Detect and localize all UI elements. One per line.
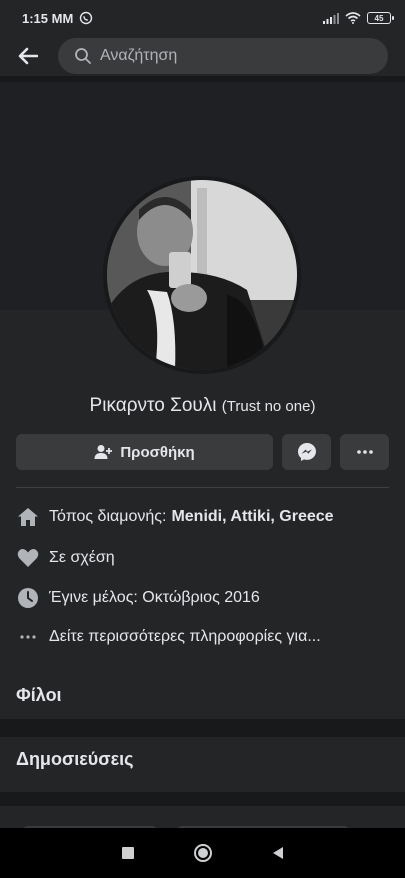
- triangle-back-icon: [272, 847, 283, 859]
- profile-actions: Προσθήκη: [16, 434, 389, 470]
- add-friend-label: Προσθήκη: [120, 443, 195, 461]
- info-lives-in: Τόπος διαμονής: Menidi, Attiki, Greece: [16, 505, 334, 529]
- clock-icon: [16, 586, 40, 610]
- friends-section-title[interactable]: Φίλοι: [16, 685, 62, 706]
- search-icon: [75, 48, 91, 64]
- messenger-button[interactable]: [282, 434, 331, 470]
- circle-home-icon: [193, 844, 212, 862]
- posts-section-title[interactable]: Δημοσιεύσεις: [16, 749, 134, 770]
- messenger-icon: [297, 443, 316, 461]
- system-nav-bar: [0, 828, 405, 878]
- top-bar: Αναζήτηση: [0, 36, 405, 76]
- status-time: 1:15 MM: [22, 10, 74, 26]
- square-icon: [121, 847, 134, 859]
- info-joined: Έγινε μέλος: Οκτώβριος 2016: [16, 586, 260, 610]
- search-input[interactable]: Αναζήτηση: [58, 38, 388, 74]
- more-dots-icon: [356, 450, 373, 454]
- back-button[interactable]: [8, 36, 48, 76]
- viber-icon: [80, 11, 93, 25]
- add-friend-icon: [94, 445, 113, 459]
- section-separator: [0, 792, 405, 806]
- back-nav-button[interactable]: [263, 838, 293, 868]
- signal-icon: [323, 13, 339, 24]
- battery-icon: 45: [367, 12, 394, 24]
- profile-display-name: Ρικαρντο Σουλι: [89, 395, 217, 416]
- home-icon: [16, 505, 40, 529]
- arrow-left-icon: [18, 47, 38, 65]
- status-icons: 45: [323, 12, 394, 24]
- battery-level: 45: [374, 13, 384, 23]
- search-placeholder: Αναζήτηση: [100, 47, 178, 64]
- info-relationship-label: Σε σχέση: [49, 549, 115, 566]
- add-friend-button[interactable]: Προσθήκη: [16, 434, 273, 470]
- info-see-more-label[interactable]: Δείτε περισσότερες πληροφορίες για...: [49, 628, 321, 646]
- home-button[interactable]: [188, 838, 218, 868]
- more-dots-icon: [16, 625, 40, 649]
- info-relationship: Σε σχέση: [16, 546, 115, 570]
- info-lives-value[interactable]: Menidi, Attiki, Greece: [171, 508, 333, 526]
- recents-button[interactable]: [113, 838, 143, 868]
- profile-name: Ρικαρντο Σουλι (Trust no one): [0, 395, 405, 417]
- info-see-more[interactable]: Δείτε περισσότερες πληροφορίες για...: [16, 625, 321, 649]
- profile-nickname: (Trust no one): [221, 398, 316, 415]
- profile-photo: [107, 180, 297, 370]
- profile-picture[interactable]: [103, 176, 301, 374]
- info-joined-label: Έγινε μέλος: Οκτώβριος 2016: [49, 589, 260, 606]
- wifi-icon: [345, 12, 361, 24]
- info-lives-label: Τόπος διαμονής:: [49, 508, 167, 525]
- heart-icon: [16, 546, 40, 570]
- status-bar: 1:15 MM 45: [0, 0, 405, 36]
- next-section-card: [0, 806, 405, 828]
- more-options-button[interactable]: [340, 434, 389, 470]
- divider: [16, 487, 389, 488]
- section-separator: [0, 719, 405, 737]
